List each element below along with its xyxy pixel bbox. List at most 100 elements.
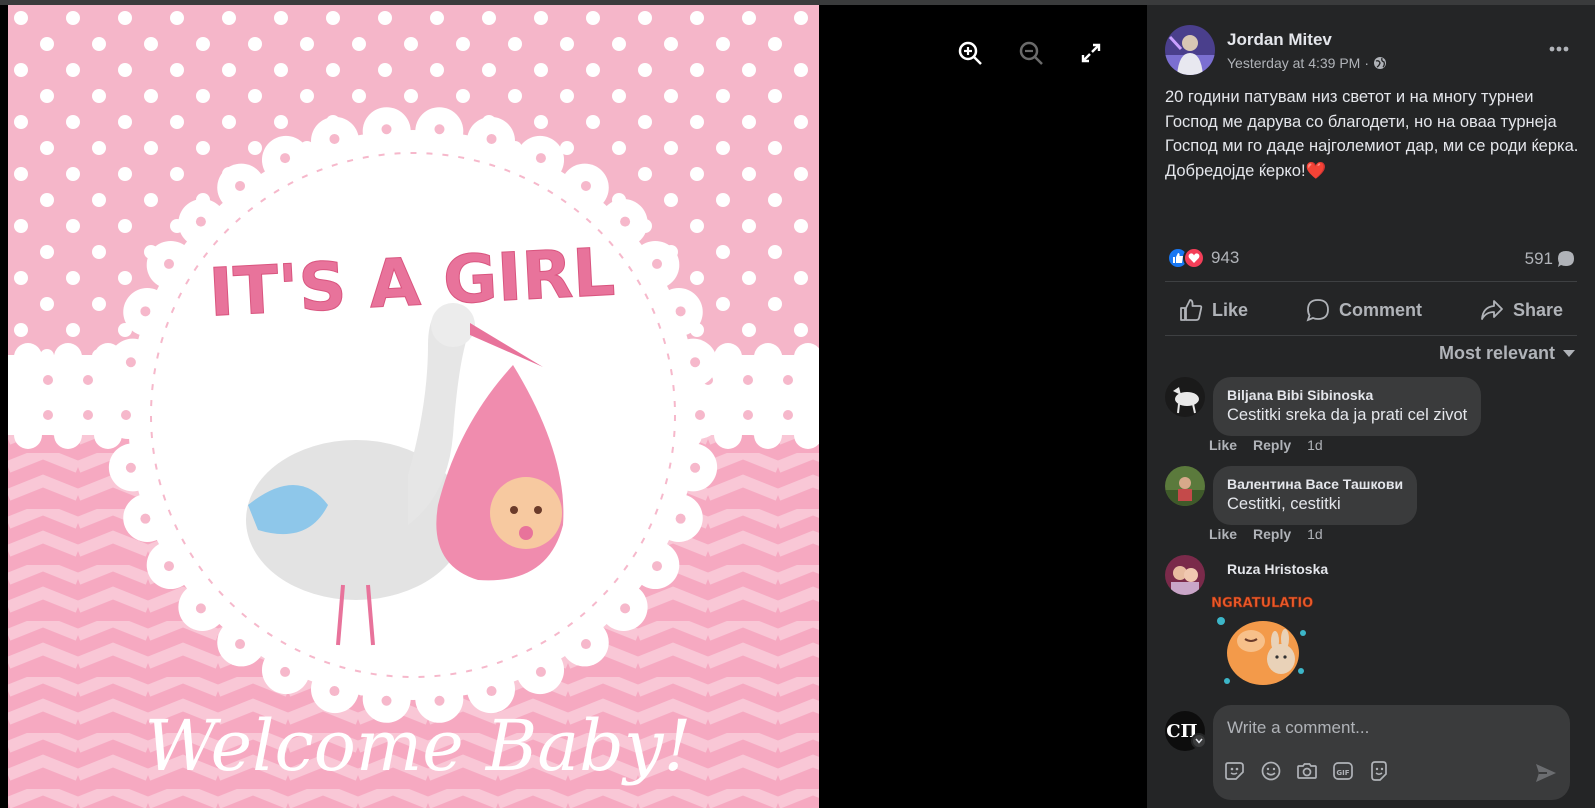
doily-heart bbox=[235, 639, 246, 650]
reaction-summary[interactable]: 943 bbox=[1167, 247, 1239, 269]
comment-button[interactable]: Comment bbox=[1292, 298, 1436, 322]
post-text-line: Добредојде ќерко! bbox=[1165, 161, 1306, 180]
comment-label: Comment bbox=[1338, 299, 1422, 320]
doily-heart bbox=[652, 258, 663, 269]
doily-heart bbox=[381, 124, 392, 135]
svg-text:GIF: GIF bbox=[1336, 769, 1349, 777]
comment-reply-link[interactable]: Reply bbox=[1253, 526, 1291, 542]
zoom-in-icon[interactable] bbox=[952, 35, 988, 71]
doily-heart bbox=[140, 306, 151, 317]
author-avatar[interactable] bbox=[1165, 25, 1215, 75]
comment-icon bbox=[1306, 299, 1329, 322]
love-reaction-icon bbox=[1183, 247, 1205, 269]
baby-girl-card-illustration: IT'S A GIRL Welcome Baby! bbox=[8, 5, 819, 808]
comment-input-box: GIF bbox=[1213, 705, 1570, 800]
doily-heart bbox=[434, 124, 445, 135]
doily-heart bbox=[486, 686, 497, 697]
post-photo[interactable]: IT'S A GIRL Welcome Baby! bbox=[8, 5, 819, 808]
meta-separator: · bbox=[1364, 55, 1370, 71]
doily-heart bbox=[652, 561, 663, 572]
comment-sort-dropdown[interactable]: Most relevant bbox=[1439, 343, 1575, 364]
fullscreen-icon[interactable] bbox=[1073, 35, 1109, 71]
commenter-name[interactable]: Biljana Bibi Sibinoska bbox=[1227, 386, 1467, 404]
doily-heart bbox=[125, 357, 136, 368]
commenter-avatar[interactable] bbox=[1165, 555, 1205, 595]
doily-heart bbox=[280, 666, 291, 677]
post-text-line: 20 години патувам низ светот и на многу … bbox=[1165, 88, 1579, 155]
comment-text: Cestitki, cestitki bbox=[1227, 495, 1341, 513]
doily-heart bbox=[486, 133, 497, 144]
globe-icon bbox=[1374, 57, 1387, 69]
comment-input[interactable] bbox=[1227, 715, 1547, 741]
doily-heart bbox=[235, 180, 246, 191]
emoji-icon[interactable] bbox=[1259, 759, 1283, 783]
post-timestamp[interactable]: Yesterday at 4:39 PM bbox=[1227, 55, 1360, 71]
doily-heart bbox=[690, 462, 701, 473]
chevron-down-icon[interactable] bbox=[1191, 733, 1207, 749]
doily-heart bbox=[620, 216, 631, 227]
doily-heart bbox=[580, 639, 591, 650]
comment-count-value: 591 bbox=[1524, 249, 1553, 268]
doily-heart bbox=[195, 216, 206, 227]
doily-heart bbox=[280, 153, 291, 164]
comment-actions: Like Reply 1d bbox=[1209, 437, 1323, 453]
post-header: Jordan Mitev Yesterday at 4:39 PM · bbox=[1165, 25, 1387, 75]
doily-heart bbox=[695, 410, 705, 420]
reaction-count: 943 bbox=[1211, 248, 1240, 267]
like-button[interactable]: Like bbox=[1165, 298, 1262, 322]
commenter-name[interactable]: Ruza Hristoska bbox=[1227, 561, 1328, 577]
comment-time[interactable]: 1d bbox=[1307, 437, 1323, 453]
post-actions: Like Comment Share bbox=[1165, 287, 1577, 333]
photo-footer: Welcome Baby! bbox=[144, 705, 691, 787]
camera-icon[interactable] bbox=[1295, 759, 1319, 783]
doily-heart bbox=[125, 462, 136, 473]
send-icon[interactable] bbox=[1534, 761, 1558, 785]
share-label: Share bbox=[1512, 299, 1563, 320]
commenter-name[interactable]: Валентина Васе Ташкови bbox=[1227, 475, 1403, 493]
caret-down-icon bbox=[1563, 349, 1575, 357]
comment-text: Cestitki sreka da ja prati cel zivot bbox=[1227, 406, 1468, 424]
doily-heart bbox=[675, 306, 686, 317]
doily-heart bbox=[535, 666, 546, 677]
avatar-sticker-icon[interactable] bbox=[1367, 759, 1391, 783]
doily-heart bbox=[195, 603, 206, 614]
sticker-icon[interactable] bbox=[1223, 759, 1247, 783]
doily-heart bbox=[535, 153, 546, 164]
comment-time[interactable]: 1d bbox=[1307, 526, 1323, 542]
sort-label: Most relevant bbox=[1438, 343, 1555, 363]
more-options-icon[interactable] bbox=[1543, 33, 1575, 65]
comment-like-link[interactable]: Like bbox=[1209, 437, 1237, 453]
author-name[interactable]: Jordan Mitev bbox=[1227, 30, 1332, 50]
comment-composer: СП. GIF bbox=[1165, 705, 1577, 800]
doily-heart bbox=[620, 603, 631, 614]
comment-like-link[interactable]: Like bbox=[1209, 526, 1237, 542]
heart-emoji: ❤️ bbox=[1305, 161, 1327, 180]
photo-viewer: IT'S A GIRL Welcome Baby! bbox=[0, 5, 1147, 808]
doily-heart bbox=[329, 686, 340, 697]
doily-heart bbox=[675, 513, 686, 524]
post-text: 20 години патувам низ светот и на многу … bbox=[1165, 85, 1580, 183]
gif-icon[interactable]: GIF bbox=[1331, 759, 1355, 783]
comment-bubble: Валентина Васе Ташкови Cestitki, cestitk… bbox=[1213, 466, 1418, 525]
congratulations-sticker[interactable]: CONGRATULATIONS bbox=[1190, 593, 1334, 689]
post-side-panel: Jordan Mitev Yesterday at 4:39 PM · 20 г… bbox=[1147, 5, 1595, 808]
doily-heart bbox=[690, 357, 701, 368]
comment-bubble: Biljana Bibi Sibinoska Cestitki sreka da… bbox=[1213, 377, 1482, 436]
doily-heart bbox=[140, 513, 151, 524]
zoom-out-icon[interactable] bbox=[1013, 35, 1049, 71]
doily-heart bbox=[580, 180, 591, 191]
doily-heart bbox=[163, 258, 174, 269]
like-label: Like bbox=[1212, 299, 1249, 320]
sticker-text: CONGRATULATIONS bbox=[1211, 596, 1313, 611]
composer-tools: GIF bbox=[1223, 759, 1391, 783]
divider bbox=[1165, 281, 1577, 282]
commenter-avatar[interactable] bbox=[1165, 377, 1205, 417]
comment-count[interactable]: 591 bbox=[1525, 249, 1575, 269]
share-icon bbox=[1481, 300, 1503, 320]
thumbs-up-icon bbox=[1180, 299, 1203, 321]
share-button[interactable]: Share bbox=[1466, 298, 1577, 322]
comment-reply-link[interactable]: Reply bbox=[1253, 437, 1291, 453]
doily-heart bbox=[329, 133, 340, 144]
doily-heart bbox=[163, 561, 174, 572]
commenter-avatar[interactable] bbox=[1165, 466, 1205, 506]
